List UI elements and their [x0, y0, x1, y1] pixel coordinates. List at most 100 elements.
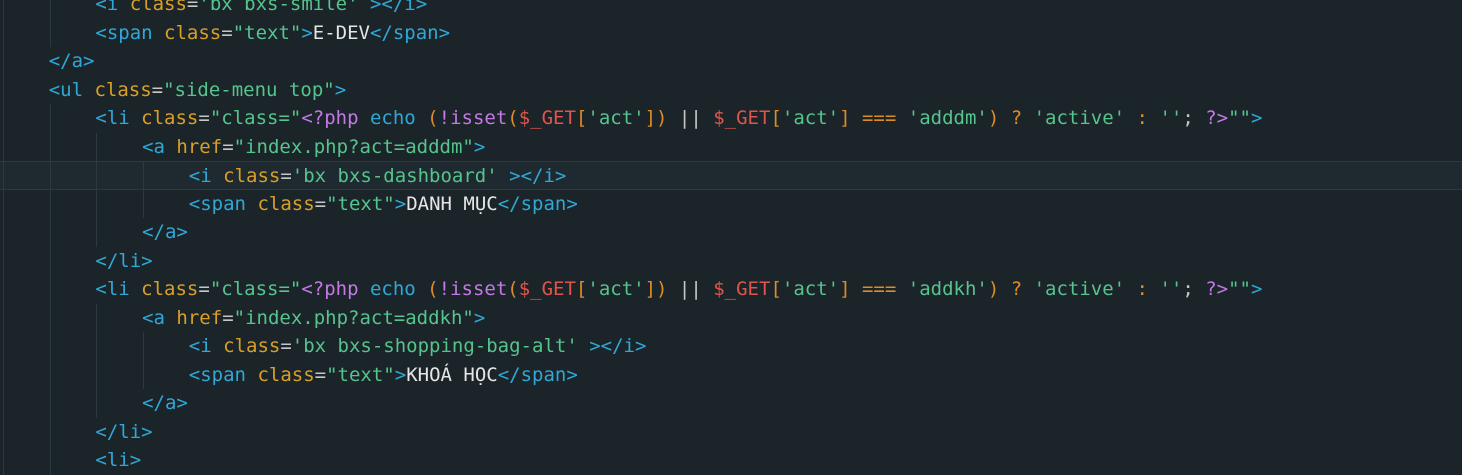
code-token: ;	[1182, 278, 1206, 300]
code-token: >	[301, 21, 313, 44]
code-token: =	[222, 135, 234, 158]
code-token: !isset	[438, 278, 508, 300]
code-token: =	[280, 335, 292, 357]
code-token: 'act'	[587, 278, 645, 300]
code-token: >	[1251, 107, 1263, 129]
code-text: <i class='bx bxs-smile' ></i>	[95, 0, 427, 19]
code-text: <span class="text">E-DEV</span>	[95, 19, 450, 48]
indent-guide	[3, 0, 4, 19]
indent-guide	[49, 446, 51, 475]
indent-guide	[49, 18, 51, 47]
code-token: >	[334, 78, 347, 101]
code-token: "index.php?act=addkh"	[233, 306, 474, 329]
code-token: (	[507, 278, 519, 300]
indent-guide	[3, 332, 4, 361]
code-token: class	[118, 0, 187, 15]
code-line[interactable]: <a href="index.php?act=adddm">	[0, 132, 1462, 162]
code-token: "class="	[209, 278, 302, 300]
code-token: ></i>	[577, 335, 647, 357]
code-text: </a>	[142, 389, 188, 418]
code-text: <a href="index.php?act=addkh">	[142, 304, 485, 333]
code-text: </li>	[95, 418, 152, 447]
indent-guide	[143, 332, 145, 361]
indent-guide	[3, 303, 4, 332]
code-text: <a href="index.php?act=adddm">	[142, 133, 485, 162]
code-token: (	[415, 278, 439, 300]
code-token: ||	[667, 107, 714, 129]
code-token: !isset	[438, 107, 508, 129]
code-token: "text"	[232, 21, 302, 44]
code-token: 'bx bxs-dashboard'	[291, 165, 498, 187]
indent-guide	[96, 360, 98, 389]
code-text: <li>	[95, 446, 141, 475]
code-token: ?>	[1205, 278, 1229, 300]
code-line[interactable]: <li>	[0, 446, 1462, 475]
indent-guide	[143, 162, 145, 191]
code-editor[interactable]: <i class='bx bxs-smile' ></i> <span class…	[0, 0, 1462, 475]
code-token: 'act'	[781, 278, 840, 300]
code-token: echo	[358, 107, 416, 129]
code-token: ;	[1182, 107, 1206, 129]
code-line[interactable]: <li class="class="<?php echo (!isset($_G…	[0, 104, 1462, 133]
indent-guide	[96, 132, 98, 161]
code-text: <i class='bx bxs-dashboard' ></i>	[189, 162, 567, 191]
code-token: </a>	[142, 221, 188, 243]
code-text: <li class="class="<?php echo (!isset($_G…	[95, 275, 1262, 304]
code-token: 'addkh'	[907, 278, 988, 300]
code-line[interactable]: <span class="text">E-DEV</span>	[0, 18, 1462, 48]
code-token: >	[473, 135, 486, 158]
indent-guide	[49, 360, 51, 389]
code-token: href	[164, 135, 223, 158]
code-token: >	[394, 363, 407, 386]
code-line[interactable]: </a>	[0, 218, 1462, 247]
code-line[interactable]: <span class="text">DANH MỤC</span>	[0, 189, 1462, 218]
code-line[interactable]: <ul class="side-menu top">	[0, 75, 1462, 105]
indent-guide	[3, 75, 4, 104]
code-token: <span	[188, 363, 246, 386]
code-text: <ul class="side-menu top">	[49, 76, 346, 105]
code-token: 'bx bxs-smile'	[198, 0, 359, 15]
code-token: <li	[95, 278, 130, 300]
indent-guide	[143, 189, 145, 218]
code-token: 'adddm'	[907, 107, 988, 129]
code-token: $_GET	[518, 107, 576, 129]
indent-guide	[3, 446, 4, 475]
code-token: ""	[1228, 107, 1251, 129]
code-token: "side-menu top"	[163, 78, 335, 101]
code-token: ]	[839, 278, 851, 300]
code-line[interactable]: </li>	[0, 417, 1462, 447]
code-line[interactable]: <i class='bx bxs-shopping-bag-alt' ></i>	[0, 332, 1462, 361]
code-token: <a	[142, 135, 165, 158]
code-token: href	[164, 306, 223, 329]
code-token: </span>	[497, 192, 578, 215]
code-token: echo	[358, 278, 416, 300]
code-line[interactable]: <span class="text">KHOÁ HỌC</span>	[0, 360, 1462, 389]
indent-guide	[49, 218, 51, 247]
indent-guide	[49, 303, 51, 332]
indent-guide	[49, 104, 51, 133]
code-token: <ul	[48, 78, 84, 101]
code-token: class	[246, 363, 315, 386]
code-token: ''	[1159, 107, 1183, 129]
code-line[interactable]: <li class="class="<?php echo (!isset($_G…	[0, 275, 1462, 304]
code-line[interactable]: </a>	[0, 389, 1462, 418]
indent-guide	[3, 47, 4, 76]
code-token: ])	[644, 278, 668, 300]
code-token: ])	[644, 107, 668, 129]
code-line-current[interactable]: <i class='bx bxs-dashboard' ></i>	[0, 161, 1462, 191]
code-line[interactable]: </a>	[0, 47, 1462, 76]
code-token: DANH MỤC	[406, 192, 498, 215]
code-line[interactable]: </li>	[0, 246, 1462, 275]
code-token: <a	[142, 306, 165, 329]
indent-guide	[49, 162, 51, 191]
code-token: class	[211, 165, 281, 187]
code-line[interactable]: <i class='bx bxs-smile' ></i>	[0, 0, 1462, 19]
code-text: </a>	[142, 218, 188, 247]
code-token: =	[186, 0, 199, 15]
code-line[interactable]: <a href="index.php?act=addkh">	[0, 303, 1462, 333]
code-text: </a>	[49, 47, 95, 76]
code-token: <?php	[301, 107, 359, 129]
code-token: =	[151, 78, 164, 101]
code-token: $_GET	[518, 278, 576, 300]
code-token: <i	[188, 165, 212, 187]
